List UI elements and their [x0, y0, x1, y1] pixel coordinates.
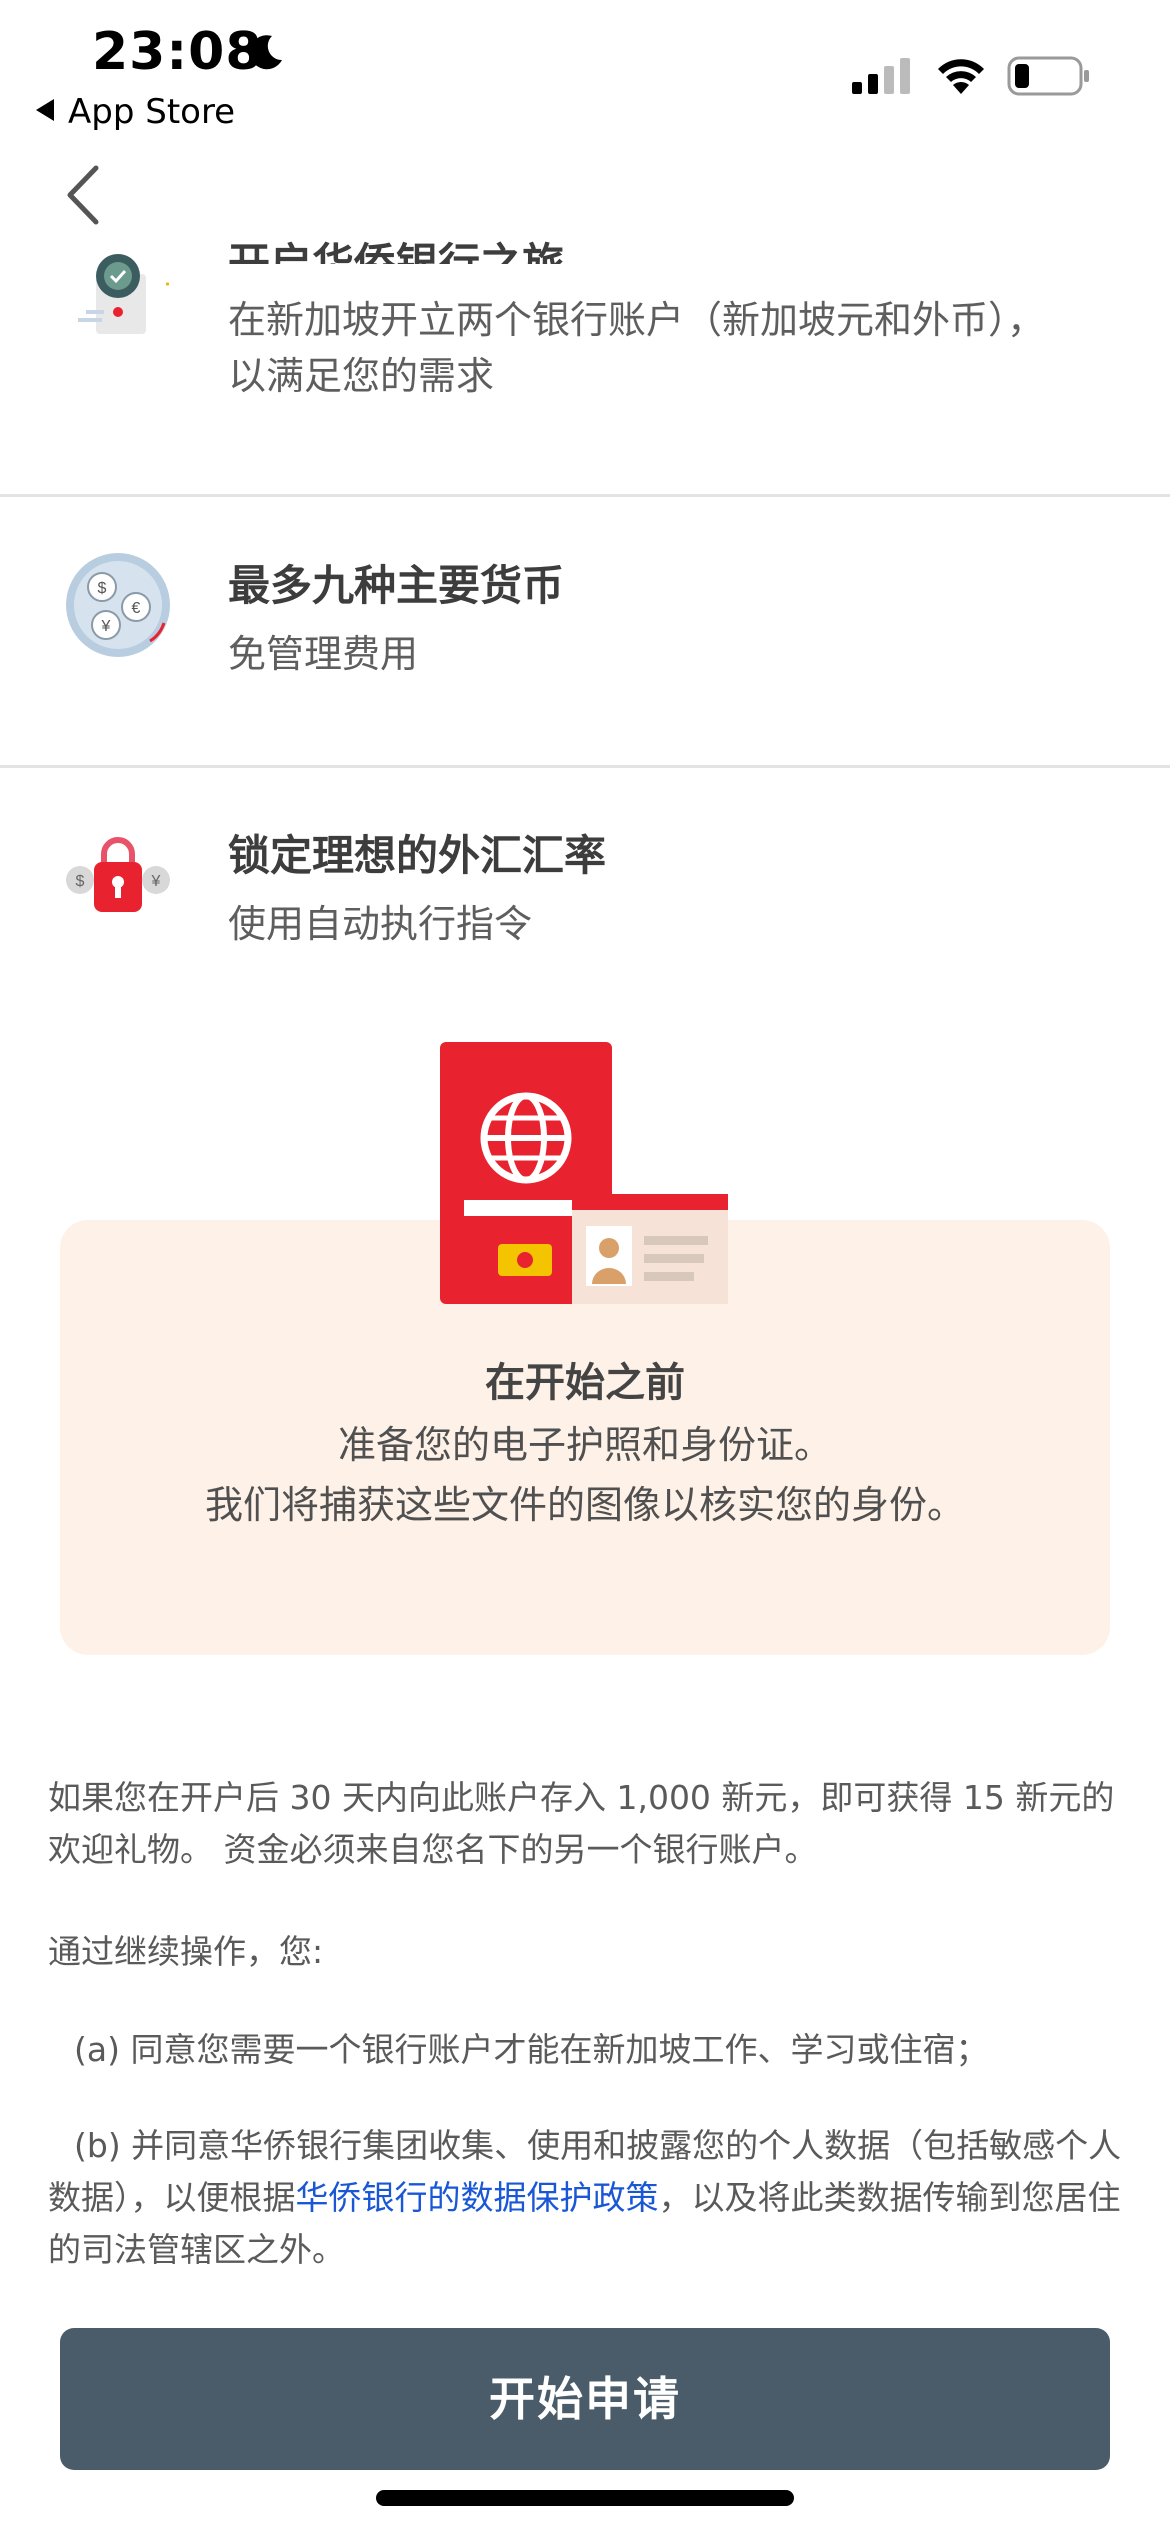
moon-icon [249, 35, 282, 70]
feature-item: $ € ¥ 最多九种主要货币 免管理费用 [0, 500, 1170, 765]
wifi-icon [938, 59, 984, 94]
feature-title: 锁定理想的外汇汇率 [228, 831, 607, 880]
back-triangle-icon [36, 99, 54, 121]
prep-card-line: 准备您的电子护照和身份证。 [337, 1423, 832, 1467]
back-to-app-store[interactable]: App Store [36, 92, 235, 132]
feature-title: 开启华侨银行之旅 [228, 239, 565, 264]
feature-item: $ ¥ 锁定理想的外汇汇率 使用自动执行指令 [0, 770, 1170, 1000]
feature-item: 开启华侨银行之旅 在新加坡开立两个银行账户（新加坡元和外币），以满足您的需求 [0, 239, 1170, 490]
welcome-bonus-text: 如果您在开户后 30 天内向此账户存入 1,000 新元，即可获得 15 新元的… [48, 1778, 1115, 1869]
terms-item-a: (a) 同意您需要一个银行账户才能在新加坡工作、学习或住宿； [74, 2030, 989, 2069]
lock-currency-icon: $ ¥ [66, 837, 170, 912]
back-chevron-icon[interactable] [62, 160, 112, 230]
cellular-signal-icon [852, 58, 910, 94]
feature-title: 最多九种主要货币 [228, 561, 565, 610]
data-protection-policy-link[interactable]: 华侨银行的数据保护政策 [296, 2178, 659, 2217]
passport-id-card-illustration [440, 1042, 728, 1304]
feature-description: 使用自动执行指令 [228, 902, 533, 946]
svg-text:¥: ¥ [101, 618, 111, 635]
home-indicator [376, 2490, 794, 2506]
divider [0, 765, 1170, 768]
divider [0, 494, 1170, 497]
status-time: 23:08 [92, 22, 263, 82]
currency-globe-icon: $ € ¥ [66, 553, 170, 657]
prep-card-line: 我们将捕获这些文件的图像以核实您的身份。 [204, 1483, 965, 1527]
feature-description: 在新加坡开立两个银行账户（新加坡元和外币），以满足您的需求 [228, 298, 1046, 398]
svg-text:¥: ¥ [151, 873, 161, 890]
svg-text:$: $ [76, 873, 85, 890]
feature-description: 免管理费用 [228, 632, 419, 676]
start-application-button[interactable]: 开始申请 [60, 2328, 1110, 2470]
terms-item-b: (b) 并同意华侨银行集团收集、使用和披露您的个人数据（包括敏感个人数据），以便… [48, 2120, 1128, 2276]
battery-icon [1007, 56, 1089, 96]
prep-card-title: 在开始之前 [485, 1360, 685, 1406]
status-bar: 23:08 App Store [0, 0, 1170, 140]
svg-text:€: € [132, 600, 141, 617]
bank-clock-icon [78, 254, 169, 334]
terms-intro: 通过继续操作，您: [48, 1932, 324, 1971]
back-app-label: App Store [68, 92, 236, 132]
svg-text:$: $ [98, 580, 107, 597]
